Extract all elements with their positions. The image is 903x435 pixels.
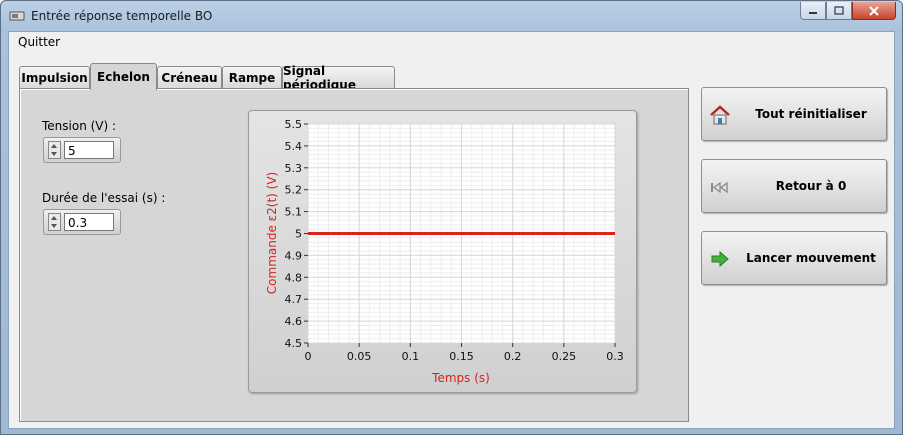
y-tick-label: 4.5 bbox=[285, 337, 303, 350]
return-to-zero-button[interactable]: Retour à 0 bbox=[701, 159, 887, 213]
menu-bar: Quitter bbox=[9, 32, 894, 52]
start-movement-button[interactable]: Lancer mouvement bbox=[701, 231, 887, 285]
skip-back-icon bbox=[711, 181, 728, 194]
y-tick-label: 5 bbox=[295, 228, 302, 241]
x-tick-label: 0.2 bbox=[504, 350, 521, 363]
menu-quit[interactable]: Quitter bbox=[18, 35, 60, 49]
y-tick-label: 5.1 bbox=[285, 206, 303, 219]
tension-control: 5 bbox=[43, 137, 121, 163]
y-tick-label: 4.7 bbox=[285, 293, 303, 306]
x-tick-label: 0 bbox=[305, 350, 312, 363]
minimize-icon bbox=[809, 11, 817, 14]
tab-impulsion[interactable]: Impulsion bbox=[19, 66, 90, 88]
y-tick-label: 4.9 bbox=[285, 249, 303, 262]
tension-input[interactable]: 5 bbox=[64, 141, 114, 159]
labview-app-icon bbox=[9, 11, 25, 21]
tab-signal-periodique[interactable]: Signal périodique bbox=[282, 64, 395, 92]
spin-up-icon[interactable] bbox=[51, 144, 57, 148]
duree-input[interactable]: 0.3 bbox=[64, 213, 114, 231]
minimize-button[interactable] bbox=[800, 2, 826, 20]
spin-down-icon[interactable] bbox=[51, 224, 57, 228]
return-to-zero-label: Retour à 0 bbox=[775, 179, 847, 193]
y-tick-label: 5.4 bbox=[285, 140, 303, 153]
response-chart[interactable]: 5.5 5.4 5.3 5.2 5.1 5 4.9 4.8 4.7 4.6 4.5 0 0.05 0.1… bbox=[249, 111, 636, 392]
client-area: Quitter Impulsion Echelon Créneau Rampe … bbox=[8, 31, 895, 429]
tab-rampe[interactable]: Rampe bbox=[222, 66, 282, 88]
y-tick-label: 4.8 bbox=[285, 271, 303, 284]
tension-label: Tension (V) : bbox=[42, 119, 117, 133]
x-tick-label: 0.1 bbox=[402, 350, 420, 363]
y-axis-label: Commande ε2(t) (V) bbox=[265, 172, 279, 294]
reset-all-button[interactable]: Tout réinitialiser bbox=[701, 87, 887, 141]
tab-panel-echelon: Tension (V) : 5 Durée de l'essai (s) : 0… bbox=[19, 88, 689, 422]
duree-spinner[interactable] bbox=[48, 213, 61, 231]
app-window: Entrée réponse temporelle BO Quitter Imp… bbox=[0, 0, 903, 435]
x-tick-label: 0.05 bbox=[347, 350, 372, 363]
spin-down-icon[interactable] bbox=[51, 152, 57, 156]
close-button[interactable] bbox=[852, 2, 896, 20]
graph-frame: 5.5 5.4 5.3 5.2 5.1 5 4.9 4.8 4.7 4.6 4.5 0 0.05 0.1… bbox=[248, 110, 637, 393]
x-axis-label: Temps (s) bbox=[431, 371, 490, 385]
y-tick-label: 5.5 bbox=[285, 118, 303, 131]
duree-label: Durée de l'essai (s) : bbox=[42, 191, 166, 205]
x-tick-label: 0.3 bbox=[606, 350, 624, 363]
x-tick-label: 0.15 bbox=[449, 350, 474, 363]
start-movement-label: Lancer mouvement bbox=[746, 251, 876, 265]
y-tick-label: 5.2 bbox=[285, 184, 303, 197]
y-tick-label: 4.6 bbox=[285, 315, 303, 328]
window-title: Entrée réponse temporelle BO bbox=[31, 9, 213, 23]
tension-spinner[interactable] bbox=[48, 141, 61, 159]
title-bar[interactable]: Entrée réponse temporelle BO bbox=[1, 1, 902, 31]
maximize-icon bbox=[834, 6, 844, 15]
maximize-button[interactable] bbox=[826, 2, 852, 20]
arrow-right-icon bbox=[711, 250, 729, 268]
x-tick-label: 0.25 bbox=[552, 350, 577, 363]
x-axis-ticks: 0 0.05 0.1 0.15 0.2 0.25 0.3 bbox=[305, 343, 624, 363]
y-axis-ticks: 5.5 5.4 5.3 5.2 5.1 5 4.9 4.8 4.7 4.6 4.5 bbox=[285, 118, 308, 350]
tab-creneau[interactable]: Créneau bbox=[157, 66, 222, 88]
tab-echelon[interactable]: Echelon bbox=[90, 63, 157, 90]
spin-up-icon[interactable] bbox=[51, 216, 57, 220]
close-icon bbox=[869, 5, 879, 16]
reset-all-label: Tout réinitialiser bbox=[755, 107, 867, 121]
y-tick-label: 5.3 bbox=[285, 162, 303, 175]
duree-control: 0.3 bbox=[43, 209, 121, 235]
home-icon bbox=[710, 105, 730, 125]
